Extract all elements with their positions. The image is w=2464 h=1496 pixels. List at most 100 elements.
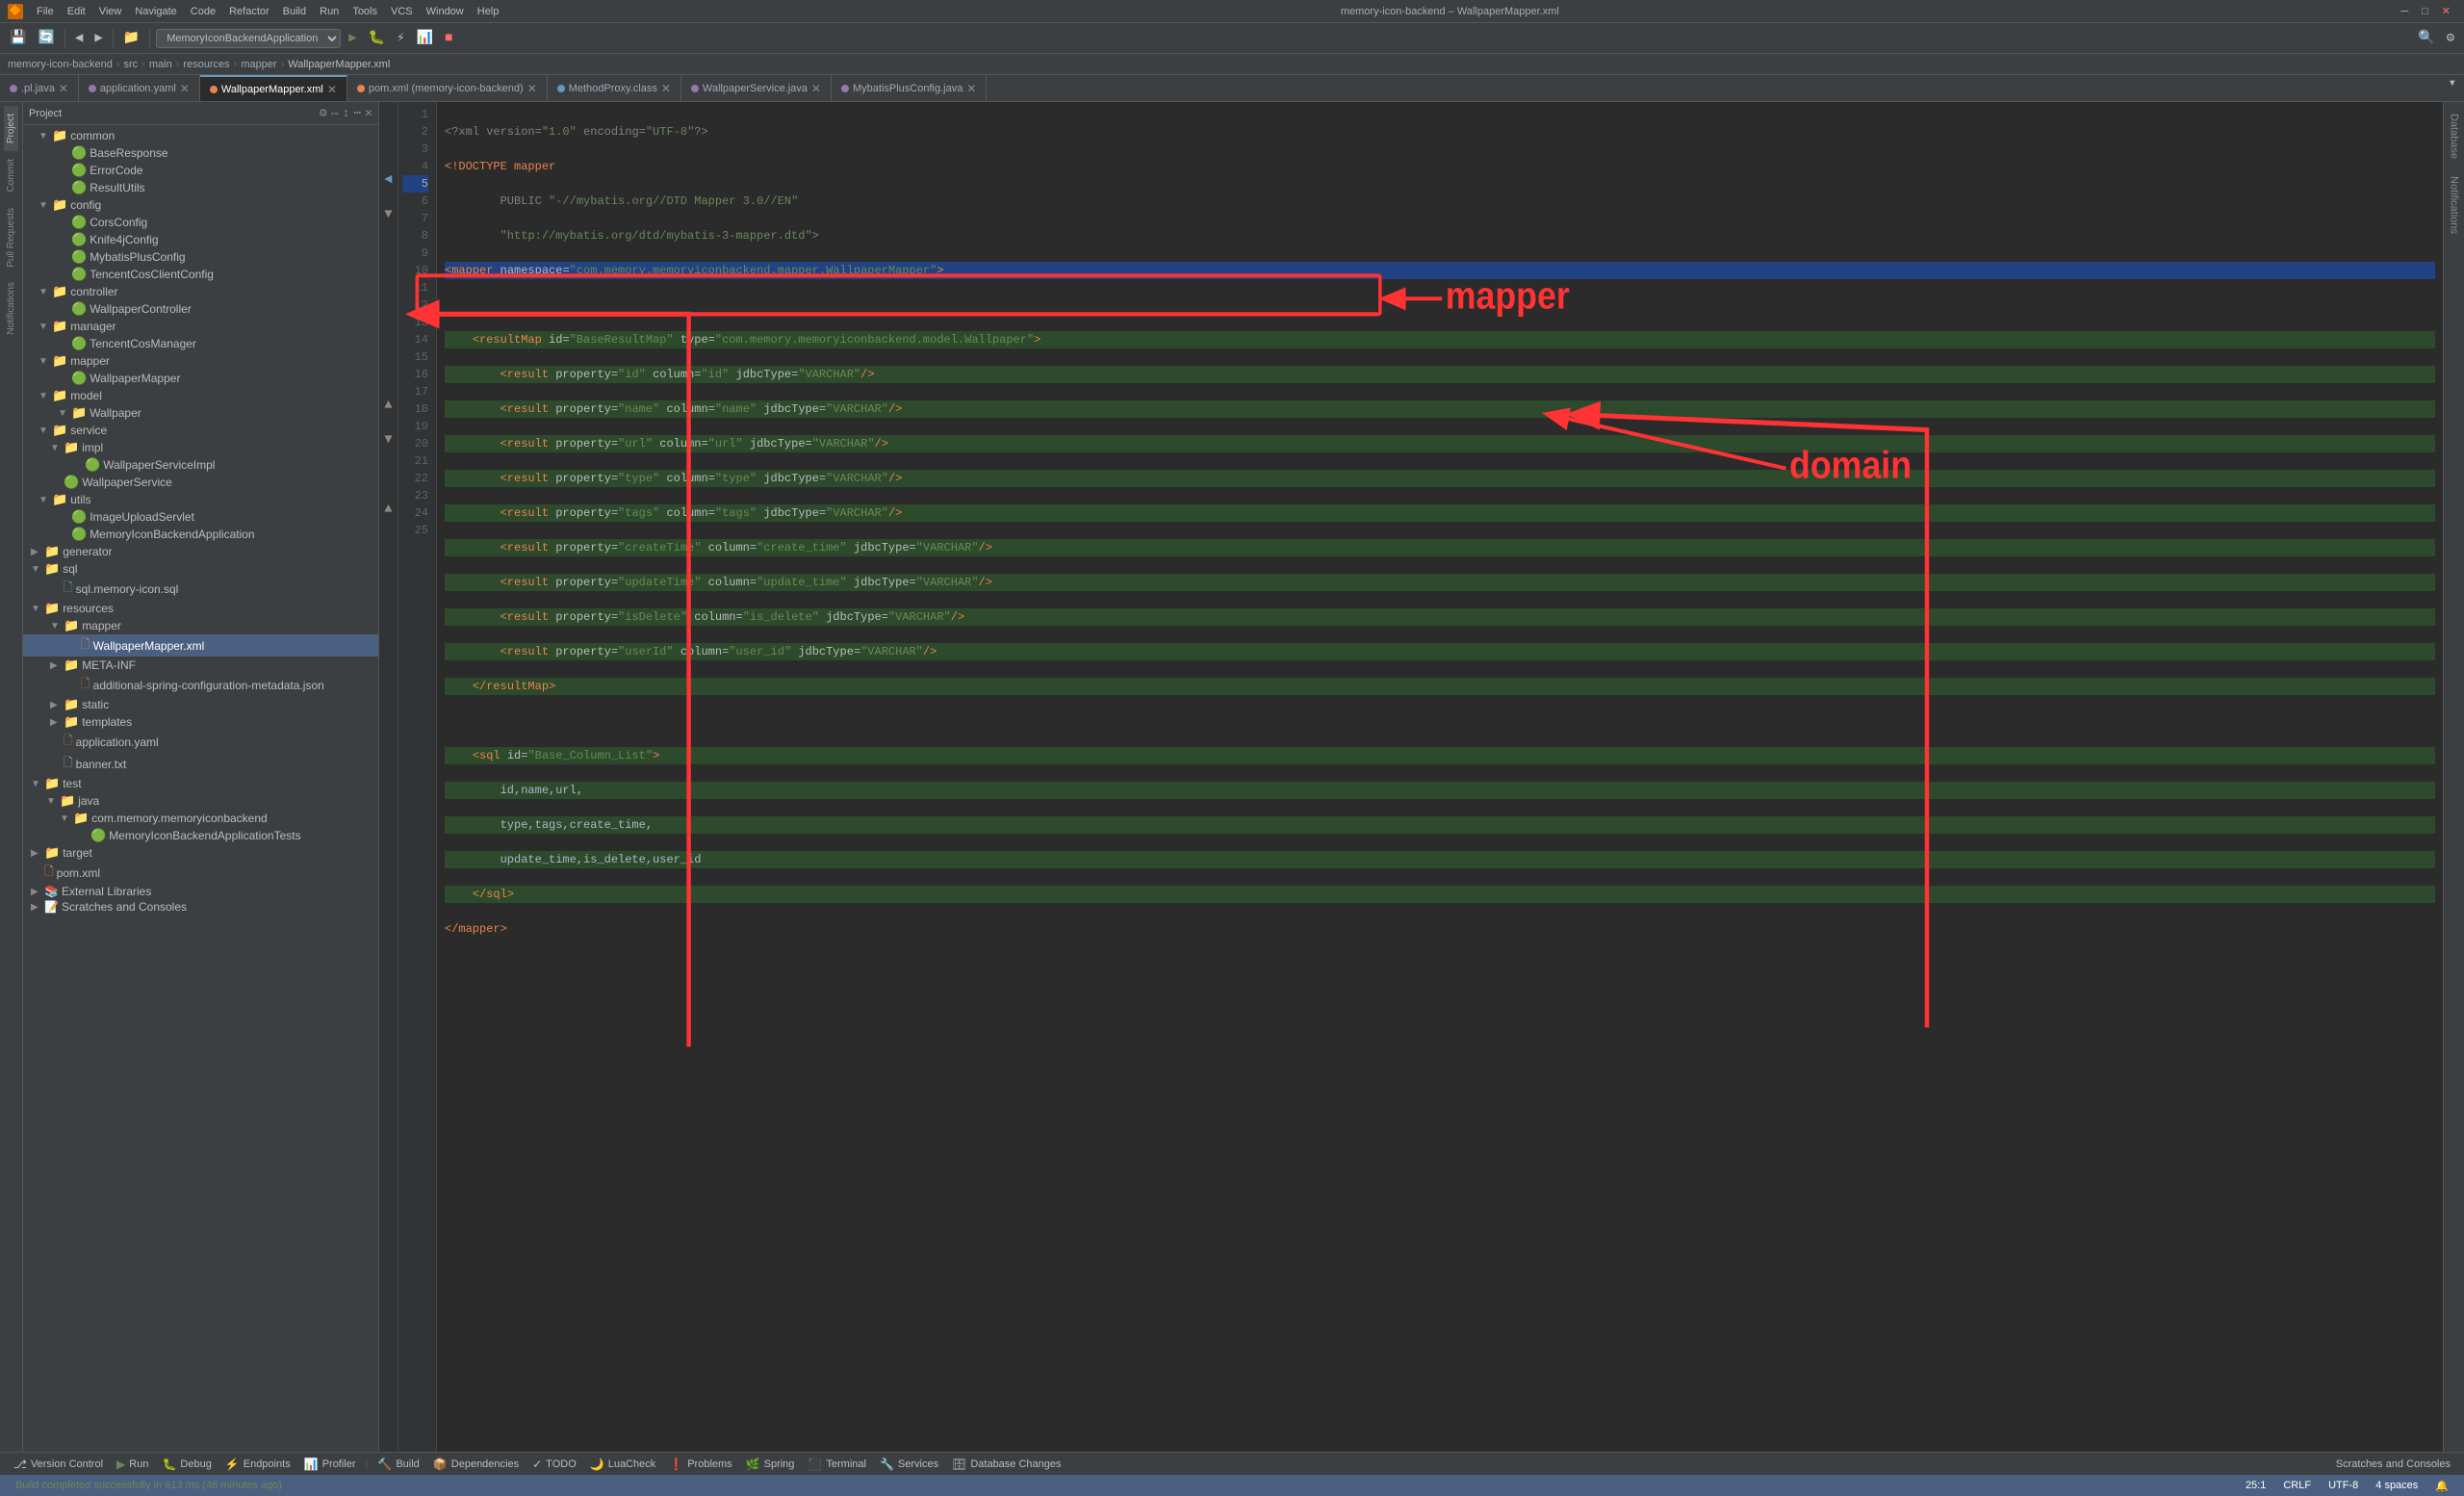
tree-item-wallpaper-mapper[interactable]: 🟢 WallpaperMapper <box>23 370 378 387</box>
breadcrumb-root[interactable]: memory-icon-backend <box>8 59 113 70</box>
gutter-fold-2[interactable] <box>379 119 398 137</box>
tree-item-generator[interactable]: ▶ 📁 generator <box>23 543 378 560</box>
tree-item-templates[interactable]: ▶ 📁 templates <box>23 713 378 731</box>
tree-item-wallpaper-controller[interactable]: 🟢 WallpaperController <box>23 300 378 318</box>
tab-application-yaml[interactable]: application.yaml ✕ <box>79 75 200 101</box>
gutter-fold-1[interactable] <box>379 102 398 119</box>
run-config-dropdown[interactable]: MemoryIconBackendApplication <box>156 29 341 48</box>
sidebar-icon-more[interactable]: ⋯ <box>353 106 361 120</box>
toolbar-settings[interactable]: ⚙ <box>2443 28 2458 48</box>
bottom-spring[interactable]: 🌿 Spring <box>740 1457 801 1471</box>
menu-window[interactable]: Window <box>421 4 470 19</box>
tree-item-resources[interactable]: ▼ 📁 resources <box>23 600 378 617</box>
tree-item-wallpaper-service-impl[interactable]: 🟢 WallpaperServiceImpl <box>23 456 378 474</box>
bottom-scratches[interactable]: Scratches and Consoles <box>2330 1458 2456 1470</box>
menu-run[interactable]: Run <box>314 4 345 19</box>
tree-item-manager[interactable]: ▼ 📁 manager <box>23 318 378 335</box>
sidebar-icon-expand[interactable]: ⇔ <box>331 106 339 120</box>
bottom-version-control[interactable]: ⎇ Version Control <box>8 1457 109 1471</box>
tree-item-utils[interactable]: ▼ 📁 utils <box>23 491 378 508</box>
menu-help[interactable]: Help <box>472 4 505 19</box>
tab-pom[interactable]: pom.xml (memory-icon-backend) ✕ <box>347 75 548 101</box>
tree-item-result-utils[interactable]: 🟢 ResultUtils <box>23 179 378 196</box>
tree-item-target[interactable]: ▶ 📁 target <box>23 844 378 862</box>
gutter-fold-17[interactable]: ▲ <box>379 397 398 414</box>
tab-pl-java[interactable]: .pl.java ✕ <box>0 75 79 101</box>
bottom-build[interactable]: 🔨 Build <box>372 1457 424 1471</box>
tree-item-knife4j[interactable]: 🟢 Knife4jConfig <box>23 231 378 248</box>
tree-item-application-yaml[interactable]: 🗋 application.yaml <box>23 731 378 753</box>
tree-item-controller[interactable]: ▼ 📁 controller <box>23 283 378 300</box>
tab-wallpaper-service[interactable]: WallpaperService.java ✕ <box>681 75 832 101</box>
toolbar-run[interactable]: ▶ <box>345 28 360 48</box>
sidebar-icon-close[interactable]: ✕ <box>365 106 372 120</box>
tab-method-proxy[interactable]: MethodProxy.class ✕ <box>548 75 681 101</box>
tree-item-cors[interactable]: 🟢 CorsConfig <box>23 214 378 231</box>
breadcrumb-src[interactable]: src <box>124 59 139 70</box>
toolbar-forward[interactable]: ▶ <box>90 28 106 48</box>
tree-item-sql-file[interactable]: 🗋 sql.memory-icon.sql <box>23 578 378 600</box>
tree-item-test-java[interactable]: ▼ 📁 java <box>23 792 378 810</box>
close-btn[interactable]: ✕ <box>2436 3 2456 19</box>
left-tab-project[interactable]: Project <box>4 106 18 151</box>
tree-item-tencent-cos[interactable]: 🟢 TencentCosClientConfig <box>23 266 378 283</box>
menu-code[interactable]: Code <box>185 4 221 19</box>
status-charset[interactable]: UTF-8 <box>2323 1480 2364 1491</box>
tree-item-wallpaper-model[interactable]: ▼ 📁 Wallpaper <box>23 404 378 422</box>
status-indent[interactable]: 4 spaces <box>2370 1480 2424 1491</box>
tab-close-yaml[interactable]: ✕ <box>180 82 190 95</box>
tree-item-config[interactable]: ▼ 📁 config <box>23 196 378 214</box>
toolbar-search[interactable]: 🔍 <box>2414 28 2438 48</box>
tab-overflow[interactable]: ▾ <box>2441 75 2464 101</box>
tree-item-impl[interactable]: ▼ 📁 impl <box>23 439 378 456</box>
left-tab-pull[interactable]: Pull Requests <box>4 200 18 275</box>
bottom-services[interactable]: 🔧 Services <box>874 1457 944 1471</box>
tab-close-class[interactable]: ✕ <box>661 82 671 95</box>
tree-item-spring-metadata[interactable]: 🗋 additional-spring-configuration-metada… <box>23 674 378 696</box>
bottom-todo[interactable]: ✓ TODO <box>526 1457 582 1471</box>
tree-item-service[interactable]: ▼ 📁 service <box>23 422 378 439</box>
gutter-fold-19[interactable]: ▼ <box>379 431 398 449</box>
breadcrumb-file[interactable]: WallpaperMapper.xml <box>288 59 390 70</box>
breadcrumb-mapper[interactable]: mapper <box>241 59 276 70</box>
bottom-profiler[interactable]: 📊 Profiler <box>298 1457 362 1471</box>
gutter-fold-4[interactable] <box>379 154 398 171</box>
menu-edit[interactable]: Edit <box>62 4 91 19</box>
tab-close-service[interactable]: ✕ <box>811 82 821 95</box>
gutter-fold-23[interactable]: ▲ <box>379 501 398 518</box>
menu-tools[interactable]: Tools <box>346 4 383 19</box>
minimize-btn[interactable]: ─ <box>2395 4 2414 19</box>
tree-item-wallpaper-service[interactable]: 🟢 WallpaperService <box>23 474 378 491</box>
sidebar-icon-collapse[interactable]: ↕ <box>343 106 350 120</box>
breadcrumb-main[interactable]: main <box>149 59 172 70</box>
tree-item-sql-folder[interactable]: ▼ 📁 sql <box>23 560 378 578</box>
toolbar-coverage[interactable]: 📊 <box>413 28 437 48</box>
tree-item-external-libs[interactable]: ▶ 📚 External Libraries <box>23 884 378 899</box>
tree-item-mapper-folder[interactable]: ▼ 📁 mapper <box>23 617 378 634</box>
bottom-endpoints[interactable]: ⚡ Endpoints <box>219 1457 296 1471</box>
gutter-fold-5[interactable]: ◄ <box>379 171 398 189</box>
menu-navigate[interactable]: Navigate <box>129 4 182 19</box>
sidebar-icon-gear[interactable]: ⚙ <box>320 106 327 120</box>
bottom-database-changes[interactable]: 🗄 Database Changes <box>946 1457 1066 1471</box>
menu-vcs[interactable]: VCS <box>385 4 419 19</box>
toolbar-debug[interactable]: 🐛 <box>365 28 389 48</box>
gutter-fold-7[interactable]: ▼ <box>379 206 398 223</box>
menu-file[interactable]: File <box>31 4 60 19</box>
tree-item-model[interactable]: ▼ 📁 model <box>23 387 378 404</box>
status-git[interactable]: 🔔 <box>2429 1480 2454 1492</box>
gutter-fold-3[interactable] <box>379 137 398 154</box>
toolbar-profile[interactable]: ⚡ <box>393 28 408 48</box>
tree-item-test-class[interactable]: 🟢 MemoryIconBackendApplicationTests <box>23 827 378 844</box>
tree-item-scratches[interactable]: ▶ 📝 Scratches and Consoles <box>23 899 378 915</box>
bottom-terminal[interactable]: ⬛ Terminal <box>802 1457 872 1471</box>
tree-item-banner[interactable]: 🗋 banner.txt <box>23 753 378 775</box>
tree-item-base-response[interactable]: 🟢 BaseResponse <box>23 144 378 162</box>
toolbar-sync[interactable]: 🔄 <box>34 28 58 48</box>
tab-close-pl[interactable]: ✕ <box>59 82 68 95</box>
tree-item-tencent-manager[interactable]: 🟢 TencentCosManager <box>23 335 378 352</box>
code-editor[interactable]: <?xml version="1.0" encoding="UTF-8"?> <… <box>437 102 2443 1452</box>
left-tab-notifications[interactable]: Notifications <box>4 274 18 342</box>
tree-item-mapper[interactable]: ▼ 📁 mapper <box>23 352 378 370</box>
right-tool-notifications[interactable]: Notifications <box>2447 168 2462 242</box>
